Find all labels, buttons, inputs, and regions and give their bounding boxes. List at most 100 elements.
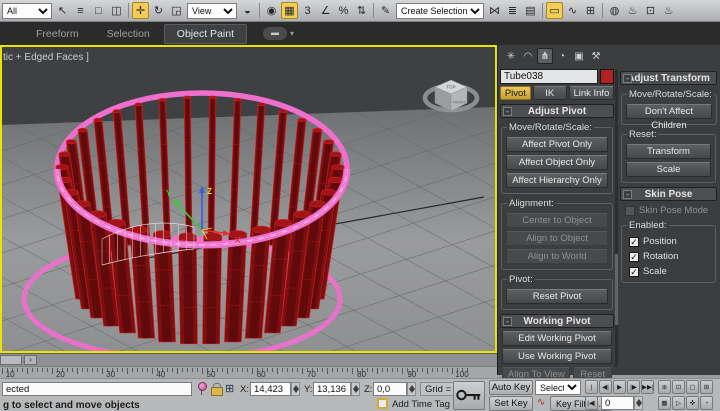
snaps-toggle-icon[interactable]: ▦: [281, 2, 298, 19]
use-working-pivot-button[interactable]: Use Working Pivot: [502, 349, 611, 364]
skin-pose-mode-checkbox[interactable]: [625, 206, 635, 216]
skin-pose-rollout-header[interactable]: - Skin Pose: [620, 187, 717, 201]
scale-checkbox[interactable]: ✓: [629, 267, 639, 277]
add-time-tag-label[interactable]: Add Time Tag: [392, 399, 450, 410]
z-spinner[interactable]: [407, 382, 416, 396]
key-selection-dropdown[interactable]: Selected: [535, 380, 581, 395]
spinner-snap-icon[interactable]: ⇅: [353, 2, 370, 19]
viewport-label[interactable]: tic + Edged Faces ]: [3, 52, 89, 63]
select-and-scale-icon[interactable]: ◲: [168, 2, 185, 19]
render-setup-icon[interactable]: ♨: [624, 2, 641, 19]
zoom-icon[interactable]: ⊕: [658, 380, 671, 394]
ribbon-tab-selection[interactable]: Selection: [93, 24, 164, 44]
frame-spinner[interactable]: [634, 396, 643, 410]
orbit-view-icon[interactable]: ◔: [700, 396, 713, 410]
auto-key-button[interactable]: Auto Key: [489, 380, 533, 395]
viewport[interactable]: TOP FRONT Y Z X tic + Edged Faces ]: [0, 45, 497, 353]
pivot-mode-button[interactable]: Pivot: [500, 86, 531, 100]
adjust-transform-rollout-header[interactable]: - Adjust Transform: [620, 71, 717, 85]
y-spinner[interactable]: [351, 382, 360, 396]
link-info-mode-button[interactable]: Link Info: [569, 86, 614, 100]
ik-mode-button[interactable]: IK: [533, 86, 567, 100]
play-button[interactable]: ▶: [613, 380, 626, 394]
time-slider[interactable]: ›: [0, 353, 497, 366]
render-production-icon[interactable]: ♨: [660, 2, 677, 19]
reset-scale-button[interactable]: Scale: [626, 162, 711, 177]
selection-region-icon[interactable]: □: [90, 2, 107, 19]
rotation-checkbox[interactable]: ✓: [629, 252, 639, 262]
viewport-canvas[interactable]: TOP FRONT Y Z X tic + Edged Faces ]: [2, 47, 495, 351]
use-center-icon[interactable]: ◉: [263, 2, 280, 19]
adjust-pivot-rollout-header[interactable]: - Adjust Pivot: [500, 104, 614, 118]
field-of-view-icon[interactable]: ▷: [672, 396, 685, 410]
key-mode-toggle[interactable]: |◀|: [585, 396, 598, 410]
key-filters-curve-icon[interactable]: ∿: [537, 397, 545, 408]
motion-tab[interactable]: ◔: [554, 48, 570, 64]
time-tag-icon[interactable]: [377, 398, 388, 409]
viewcube-top-label[interactable]: TOP: [446, 85, 455, 90]
display-tab[interactable]: ▣: [571, 48, 587, 64]
named-selection-sets-dropdown[interactable]: Create Selection Se: [396, 3, 484, 19]
affect-hierarchy-only-button[interactable]: Affect Hierarchy Only: [506, 173, 608, 188]
current-frame-field[interactable]: 0: [601, 396, 634, 410]
zoom-extents-icon[interactable]: ⊡: [672, 380, 685, 394]
x-spinner[interactable]: [291, 382, 300, 396]
position-checkbox[interactable]: ✓: [629, 237, 639, 247]
mirror-icon[interactable]: ⋈: [486, 2, 503, 19]
next-frame-arrow[interactable]: ›: [24, 355, 37, 365]
track-bar[interactable]: 102030405060708090100: [0, 366, 497, 378]
object-color-swatch[interactable]: [600, 69, 614, 84]
layer-manager-icon[interactable]: ▤: [522, 2, 539, 19]
edit-working-pivot-button[interactable]: Edit Working Pivot: [502, 331, 611, 346]
keyboard-override-icon[interactable]: ✎: [377, 2, 394, 19]
angle-snap-icon[interactable]: ∠: [317, 2, 334, 19]
prev-frame-button[interactable]: ◀|: [599, 380, 612, 394]
zoom-all-icon[interactable]: ▦: [658, 396, 671, 410]
reset-transform-button[interactable]: Transform: [626, 144, 711, 159]
next-frame-button[interactable]: |▶: [627, 380, 640, 394]
center-to-object-button[interactable]: Center to Object: [506, 213, 608, 228]
collapse-icon[interactable]: -: [503, 317, 512, 326]
scrollbar-thumb[interactable]: [615, 254, 618, 326]
ribbon-tab-object-paint[interactable]: Object Paint: [164, 24, 247, 44]
pan-view-icon[interactable]: ✜: [686, 396, 699, 410]
modify-tab[interactable]: ◠: [520, 48, 536, 64]
ribbon-minimize-icon[interactable]: ▬: [263, 27, 287, 40]
select-and-place-icon[interactable]: ◒: [239, 2, 256, 19]
select-and-rotate-icon[interactable]: ↻: [150, 2, 167, 19]
chevron-down-icon[interactable]: ▾: [290, 29, 294, 38]
align-to-object-button[interactable]: Align to Object: [506, 231, 608, 246]
schematic-view-icon[interactable]: ⊞: [582, 2, 599, 19]
isolate-pin-icon[interactable]: [197, 382, 206, 395]
rendered-frame-icon[interactable]: ⊡: [642, 2, 659, 19]
select-object-icon[interactable]: ↖: [54, 2, 71, 19]
maximize-viewport-icon[interactable]: ⊞: [700, 380, 713, 394]
goto-end-button[interactable]: ▶▶|: [641, 380, 654, 394]
create-tab[interactable]: ✳: [503, 48, 519, 64]
ribbon-toggle-icon[interactable]: ▭: [546, 2, 563, 19]
selection-filter-dropdown[interactable]: All: [2, 3, 52, 19]
align-icon[interactable]: ≣: [504, 2, 521, 19]
ribbon-tab-freeform[interactable]: Freeform: [22, 24, 93, 44]
select-by-name-icon[interactable]: ≡: [72, 2, 89, 19]
working-pivot-rollout-header[interactable]: - Working Pivot: [500, 314, 614, 328]
panel-scrollbar[interactable]: [615, 69, 618, 367]
material-editor-icon[interactable]: ◍: [606, 2, 623, 19]
set-keys-button[interactable]: [453, 381, 485, 410]
hierarchy-tab[interactable]: ⋔: [537, 48, 553, 64]
z-coordinate-field[interactable]: 0,0: [373, 382, 407, 396]
affect-object-only-button[interactable]: Affect Object Only: [506, 155, 608, 170]
select-and-move-icon[interactable]: ✛: [132, 2, 149, 19]
dont-affect-children-button[interactable]: Don't Affect Children: [626, 104, 712, 119]
collapse-icon[interactable]: -: [503, 107, 512, 116]
viewcube-front-label[interactable]: FRONT: [452, 101, 466, 105]
object-name-field[interactable]: Tube038: [500, 69, 598, 84]
affect-pivot-only-button[interactable]: Affect Pivot Only: [506, 137, 608, 152]
zoom-region-icon[interactable]: ▢: [686, 380, 699, 394]
utilities-tab[interactable]: ⚒: [588, 48, 604, 64]
window-crossing-icon[interactable]: ◫: [108, 2, 125, 19]
y-coordinate-field[interactable]: 13,136: [313, 382, 351, 396]
x-coordinate-field[interactable]: 14,423: [250, 382, 291, 396]
curve-editor-icon[interactable]: ∿: [564, 2, 581, 19]
goto-start-button[interactable]: |◀◀: [585, 380, 598, 394]
